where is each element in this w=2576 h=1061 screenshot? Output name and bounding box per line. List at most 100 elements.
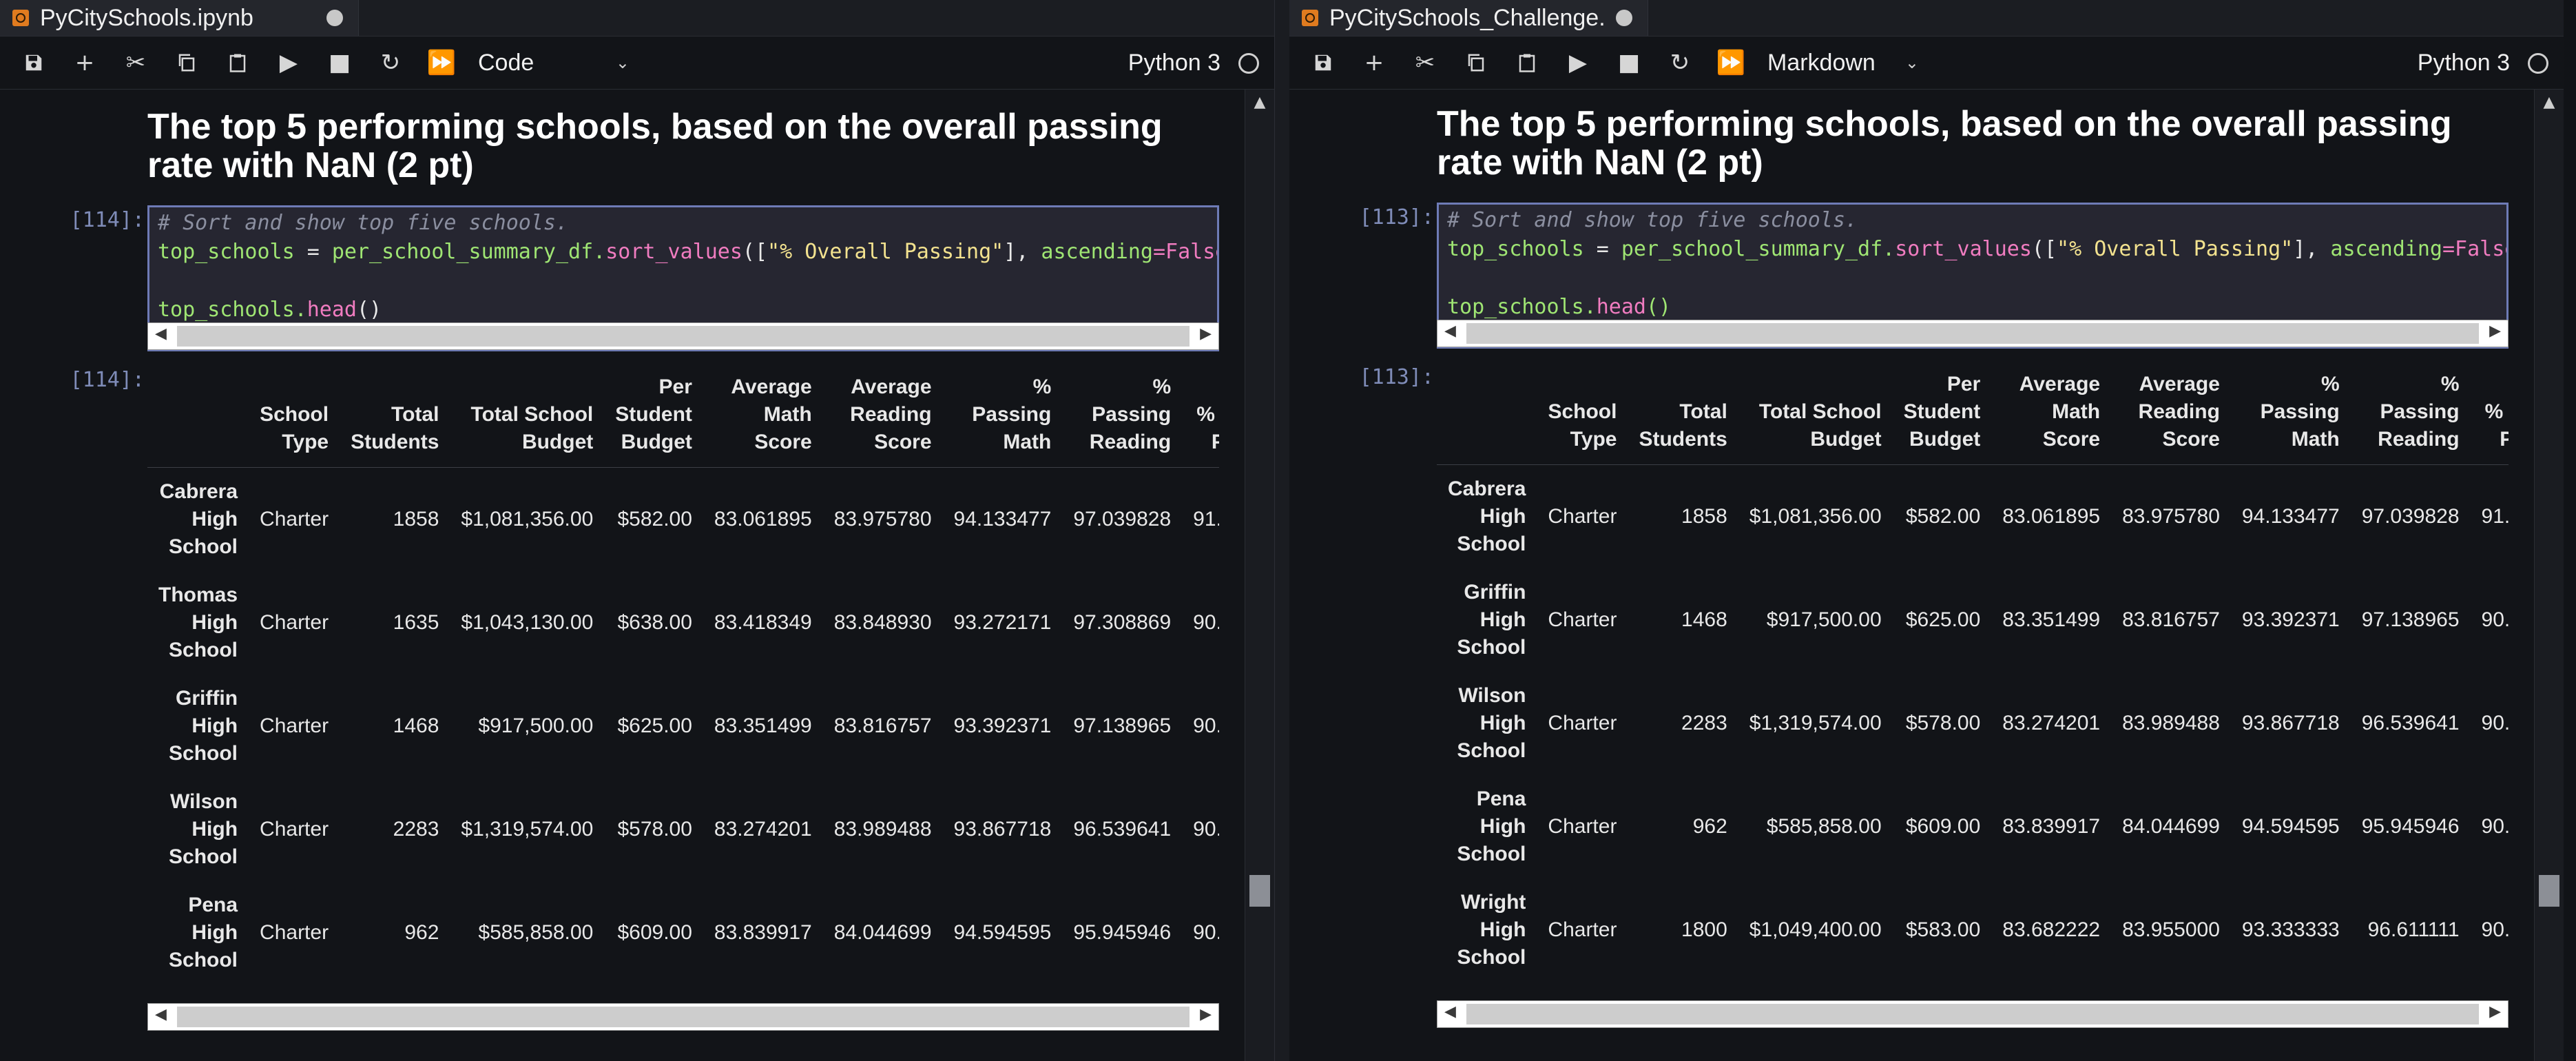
input-prompt: [114]: bbox=[70, 208, 145, 232]
output-dataframe: School Type Total Students Total School Bu… bbox=[1437, 371, 2509, 1061]
scroll-right-icon[interactable]: ▶ bbox=[2489, 322, 2501, 340]
scrollbar-thumb[interactable] bbox=[1466, 323, 2479, 344]
table-cell: 90.599455 bbox=[1193, 714, 1219, 737]
scrollbar-thumb[interactable] bbox=[2539, 875, 2559, 907]
table-cell: 83.061895 bbox=[2002, 504, 2101, 528]
row-index-label: Griffin High School bbox=[169, 686, 238, 765]
table-cell: 83.351499 bbox=[714, 714, 812, 737]
row-index-label: Wright High School bbox=[1457, 890, 1526, 969]
stop-icon[interactable]: ■ bbox=[318, 42, 361, 83]
column-header: Average Reading Score bbox=[822, 373, 943, 468]
table-cell: 90.599455 bbox=[2481, 608, 2509, 631]
copy-icon[interactable] bbox=[1455, 42, 1497, 83]
code-string: "% Overall Passing" bbox=[767, 240, 1004, 264]
kernel-name[interactable]: Python 3 bbox=[2418, 37, 2510, 89]
vertical-scrollbar[interactable]: ▲ bbox=[2534, 90, 2564, 1061]
scroll-left-icon[interactable]: ◀ bbox=[1444, 322, 1456, 340]
table-cell: 1468 bbox=[393, 714, 439, 737]
notebook-icon bbox=[1302, 10, 1318, 26]
scrollbar-thumb[interactable] bbox=[1249, 875, 1270, 907]
table-cell: 2283 bbox=[1681, 711, 1727, 734]
restart-icon[interactable]: ↻ bbox=[1659, 42, 1701, 83]
cell-type-select[interactable]: Markdown ⌄ bbox=[1767, 50, 1919, 76]
table-cell: 95.945946 bbox=[1073, 920, 1172, 944]
scroll-right-icon[interactable]: ▶ bbox=[1200, 325, 1212, 342]
kernel-status-icon bbox=[2528, 53, 2548, 74]
scroll-left-icon[interactable]: ◀ bbox=[1444, 1003, 1456, 1020]
tab-title: PyCitySchools_Challenge.ipynb bbox=[1329, 4, 1605, 31]
cut-icon[interactable]: ✂ bbox=[114, 42, 157, 83]
table-cell: $1,081,356.00 bbox=[1749, 504, 1882, 528]
output-horizontal-scrollbar[interactable]: ◀ ▶ bbox=[1437, 1000, 2509, 1028]
row-index-label: Wilson High School bbox=[1457, 683, 1526, 762]
table-cell: 83.848930 bbox=[833, 610, 932, 634]
scroll-right-icon[interactable]: ▶ bbox=[2489, 1003, 2501, 1020]
scrollbar-thumb[interactable] bbox=[177, 1007, 1190, 1027]
chevron-down-icon: ⌄ bbox=[615, 53, 630, 72]
output-horizontal-scrollbar[interactable]: ◀ ▶ bbox=[147, 1003, 1219, 1031]
code-horizontal-scrollbar[interactable]: ◀ ▶ bbox=[1437, 320, 2509, 347]
code-comment: # Sort and show top five schools. bbox=[1447, 208, 1858, 232]
table-cell: 83.955000 bbox=[2122, 918, 2220, 941]
tab-pycityschools[interactable]: PyCitySchools.ipynb bbox=[0, 0, 359, 36]
scrollbar-thumb[interactable] bbox=[1466, 1004, 2479, 1024]
scrollbar-thumb[interactable] bbox=[177, 326, 1190, 347]
save-icon[interactable] bbox=[12, 42, 55, 83]
unsaved-dot-icon[interactable] bbox=[326, 10, 343, 26]
table-cell: 93.272171 bbox=[953, 610, 1052, 634]
column-header: Average Reading Score bbox=[2111, 371, 2231, 465]
table-cell: Charter bbox=[1548, 814, 1617, 838]
table-cell: 93.867718 bbox=[953, 817, 1052, 841]
code-op: = bbox=[2442, 237, 2455, 261]
table-cell: 83.274201 bbox=[2002, 711, 2101, 734]
table-row: Wilson High School Charter 2283 $1,319,574.… bbox=[1437, 672, 2509, 775]
table-cell: 93.392371 bbox=[2241, 608, 2340, 631]
save-icon[interactable] bbox=[1302, 42, 1344, 83]
paste-icon[interactable] bbox=[1506, 42, 1548, 83]
vertical-scrollbar[interactable]: ▲ bbox=[1245, 90, 1274, 1061]
paste-icon[interactable] bbox=[216, 42, 259, 83]
table-cell: 90.540541 bbox=[1193, 920, 1219, 944]
code-horizontal-scrollbar[interactable]: ◀ ▶ bbox=[147, 322, 1219, 350]
run-all-icon[interactable]: ⏩ bbox=[1710, 42, 1752, 83]
table-row: Cabrera High School Charter 1858 $1,081,356… bbox=[1437, 465, 2509, 568]
scroll-up-icon[interactable]: ▲ bbox=[1245, 94, 1274, 111]
table-cell: $609.00 bbox=[617, 920, 692, 944]
notebook-toolbar: + ✂ ▶ ■ ↻ ⏩ Markdown ⌄ Python 3 bbox=[1289, 37, 2564, 90]
cut-icon[interactable]: ✂ bbox=[1404, 42, 1446, 83]
code-op: = bbox=[294, 240, 332, 264]
run-all-icon[interactable]: ⏩ bbox=[420, 42, 463, 83]
scroll-right-icon[interactable]: ▶ bbox=[1200, 1006, 1212, 1023]
table-cell: $583.00 bbox=[1905, 918, 1981, 941]
run-icon[interactable]: ▶ bbox=[267, 42, 310, 83]
column-header: % Passing Math bbox=[2230, 371, 2351, 465]
restart-icon[interactable]: ↻ bbox=[369, 42, 412, 83]
add-cell-icon[interactable]: + bbox=[1353, 42, 1395, 83]
table-cell: Charter bbox=[1548, 918, 1617, 941]
unsaved-dot-icon[interactable] bbox=[1616, 10, 1632, 26]
markdown-heading: The top 5 performing schools, based on t… bbox=[147, 107, 1163, 185]
scroll-left-icon[interactable]: ◀ bbox=[155, 1006, 167, 1023]
add-cell-icon[interactable]: + bbox=[63, 42, 106, 83]
cell-type-select[interactable]: Code ⌄ bbox=[478, 50, 630, 76]
stop-icon[interactable]: ■ bbox=[1608, 42, 1650, 83]
tab-pycityschools-challenge[interactable]: PyCitySchools_Challenge.ipynb bbox=[1289, 0, 1648, 36]
table-cell: $582.00 bbox=[617, 507, 692, 530]
table-cell: Charter bbox=[260, 817, 329, 841]
table-cell: 97.308869 bbox=[1073, 610, 1172, 634]
scroll-left-icon[interactable]: ◀ bbox=[155, 325, 167, 342]
run-icon[interactable]: ▶ bbox=[1557, 42, 1599, 83]
code-method: head bbox=[307, 298, 357, 322]
table-cell: Charter bbox=[1548, 504, 1617, 528]
table-cell: 2283 bbox=[393, 817, 439, 841]
copy-icon[interactable] bbox=[165, 42, 208, 83]
table-cell: $1,049,400.00 bbox=[1749, 918, 1882, 941]
kernel-name[interactable]: Python 3 bbox=[1128, 37, 1221, 89]
row-index-label: Pena High School bbox=[169, 893, 238, 971]
table-cell: 91.334769 bbox=[1193, 507, 1219, 530]
pane-divider[interactable] bbox=[1274, 0, 1291, 1061]
code-obj: per_school_summary_df. bbox=[331, 240, 606, 264]
scroll-up-icon[interactable]: ▲ bbox=[2535, 94, 2564, 111]
table-cell: Charter bbox=[260, 714, 329, 737]
table-cell: 83.418349 bbox=[714, 610, 812, 634]
